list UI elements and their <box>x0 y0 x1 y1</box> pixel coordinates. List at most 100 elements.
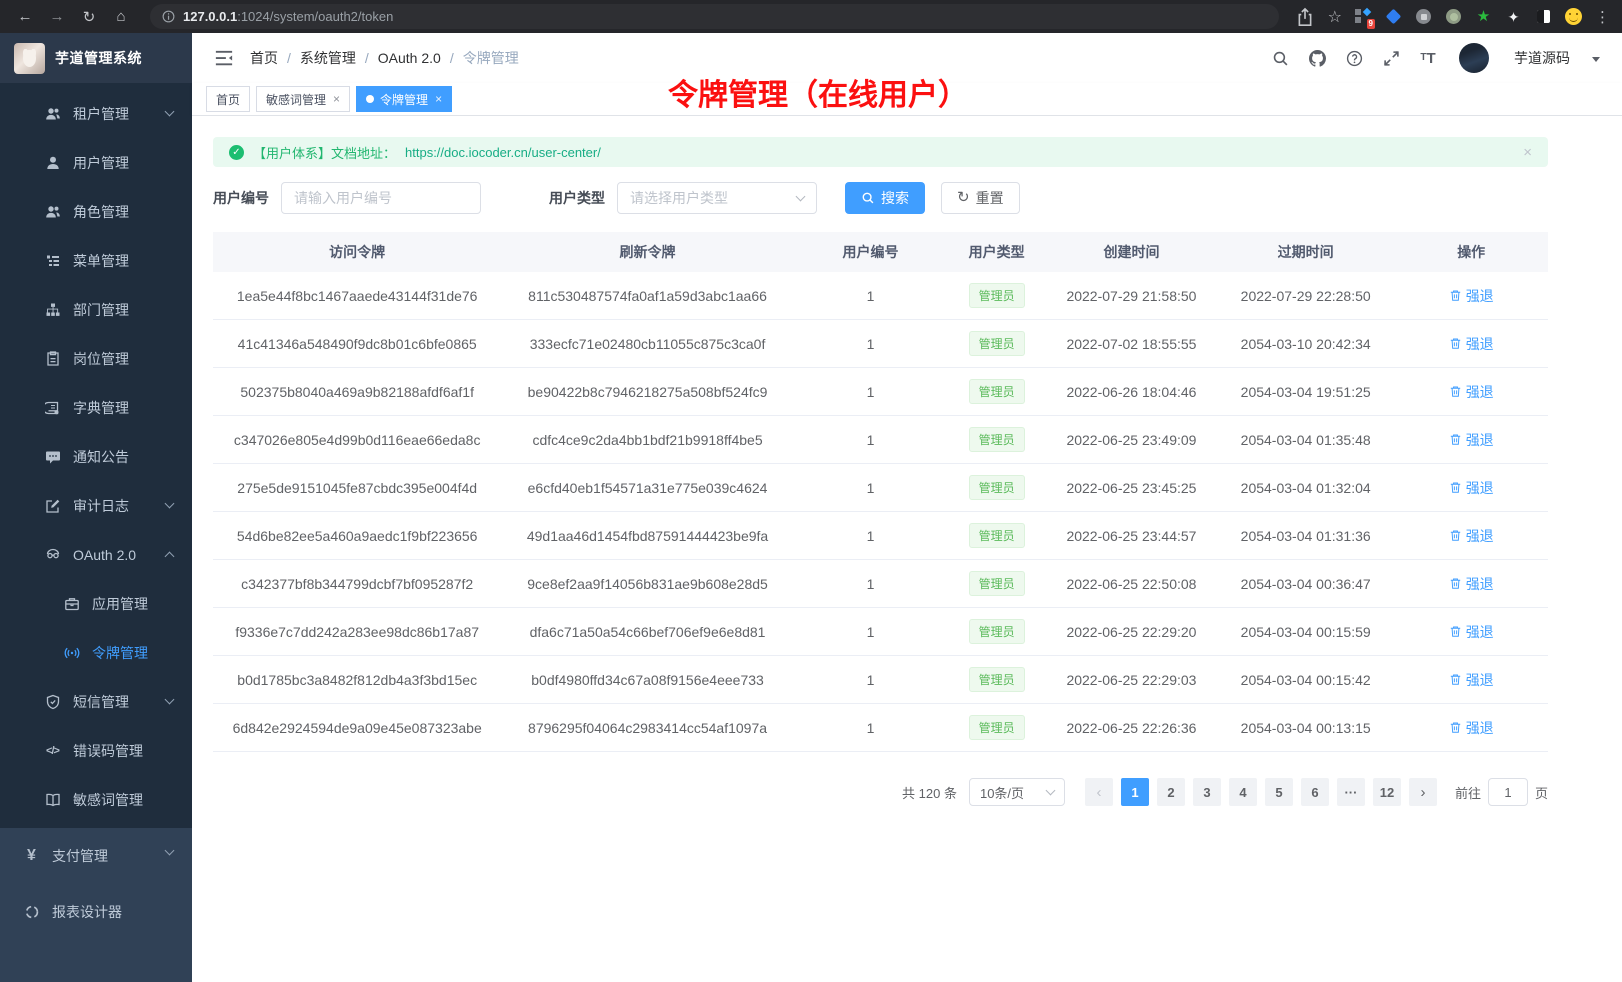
breadcrumb-system[interactable]: 系统管理 <box>300 48 356 68</box>
briefcase-icon <box>63 595 80 612</box>
refresh-icon: ↻ <box>957 190 970 205</box>
browser-menu-icon[interactable]: ⋮ <box>1595 8 1610 26</box>
page-button-6[interactable]: 6 <box>1301 778 1329 806</box>
sidebar-item-sms[interactable]: 短信管理 <box>0 677 192 726</box>
user-type-cell: 管理员 <box>947 379 1046 404</box>
close-icon[interactable]: × <box>333 92 340 106</box>
site-info-icon[interactable] <box>162 10 175 23</box>
created-at-cell: 2022-06-25 22:26:36 <box>1046 720 1217 736</box>
browser-profile-avatar[interactable] <box>1565 8 1582 25</box>
force-logout-button[interactable]: 强退 <box>1449 622 1494 642</box>
page-button-4[interactable]: 4 <box>1229 778 1257 806</box>
expires-at-cell: 2054-03-10 20:42:34 <box>1217 336 1395 352</box>
font-size-icon[interactable]: TT <box>1418 48 1438 68</box>
extension-grid-icon[interactable]: 9 <box>1355 8 1372 25</box>
alert-close-icon[interactable]: × <box>1523 144 1532 161</box>
tab-token[interactable]: 令牌管理 × <box>356 86 452 112</box>
extension-gem-icon[interactable] <box>1385 8 1402 25</box>
browser-forward-icon[interactable]: → <box>44 4 70 30</box>
table-header: 访问令牌 刷新令牌 用户编号 用户类型 创建时间 过期时间 操作 <box>213 232 1548 272</box>
user-avatar[interactable] <box>1459 43 1489 73</box>
sidebar-item-oauth2[interactable]: OAuth 2.0 <box>0 530 192 579</box>
sidebar-item-sensitive-word[interactable]: 敏感词管理 <box>0 775 192 824</box>
reset-button[interactable]: ↻ 重置 <box>941 182 1020 214</box>
more-pages-button[interactable]: ··· <box>1337 778 1365 806</box>
browser-home-icon[interactable]: ⌂ <box>108 4 134 30</box>
fullscreen-icon[interactable] <box>1381 48 1401 68</box>
extension-star-icon[interactable]: ★ <box>1475 8 1492 25</box>
force-logout-button[interactable]: 强退 <box>1449 670 1494 690</box>
extension-dot-icon[interactable] <box>1445 8 1462 25</box>
force-logout-button[interactable]: 强退 <box>1449 574 1494 594</box>
sidebar-item-oauth2-app[interactable]: 应用管理 <box>0 579 192 628</box>
refresh-token-cell: 811c530487574fa0af1a59d3abc1aa66 <box>501 288 793 304</box>
sidebar-item-report-designer[interactable]: 报表设计器 <box>0 884 192 940</box>
sidebar-item-label: 敏感词管理 <box>73 790 143 810</box>
force-logout-button[interactable]: 强退 <box>1449 286 1494 306</box>
user-id-input[interactable] <box>281 182 481 214</box>
force-logout-button[interactable]: 强退 <box>1449 334 1494 354</box>
user-type-badge: 管理员 <box>969 379 1025 404</box>
app-logo-row[interactable]: 芋道管理系统 <box>0 33 192 83</box>
prev-page-button[interactable]: ‹ <box>1085 778 1113 806</box>
tab-sensitive-word[interactable]: 敏感词管理 × <box>256 86 350 112</box>
trash-icon <box>1449 289 1462 302</box>
open-book-icon <box>44 791 61 808</box>
sidebar-item-oauth2-token[interactable]: 令牌管理 <box>0 628 192 677</box>
sidebar-item-label: 菜单管理 <box>73 251 129 271</box>
next-page-button[interactable]: › <box>1409 778 1437 806</box>
page-button-5[interactable]: 5 <box>1265 778 1293 806</box>
browser-back-icon[interactable]: ← <box>12 4 38 30</box>
address-bar[interactable]: 127.0.0.1:1024/system/oauth2/token <box>150 4 1279 29</box>
sidebar-item-post[interactable]: 岗位管理 <box>0 334 192 383</box>
sidebar-item-audit-log[interactable]: 审计日志 <box>0 481 192 530</box>
breadcrumb-oauth2[interactable]: OAuth 2.0 <box>378 50 441 66</box>
browser-toolbar: ← → ↻ ⌂ 127.0.0.1:1024/system/oauth2/tok… <box>0 0 1622 33</box>
search-button[interactable]: 搜索 <box>845 182 925 214</box>
sidebar-item-tenant[interactable]: 租户管理 <box>0 89 192 138</box>
page-button-1[interactable]: 1 <box>1121 778 1149 806</box>
chevron-down-icon <box>165 107 175 117</box>
user-type-badge: 管理员 <box>969 523 1025 548</box>
extension-command-icon[interactable] <box>1415 8 1432 25</box>
force-logout-button[interactable]: 强退 <box>1449 526 1494 546</box>
breadcrumb-home[interactable]: 首页 <box>250 48 278 68</box>
tab-home[interactable]: 首页 <box>206 86 250 112</box>
page-button-3[interactable]: 3 <box>1193 778 1221 806</box>
sidebar-item-role[interactable]: 角色管理 <box>0 187 192 236</box>
user-type-select[interactable]: 请选择用户类型 <box>617 182 817 214</box>
user-name[interactable]: 芋道源码 <box>1514 48 1570 68</box>
help-icon[interactable] <box>1344 48 1364 68</box>
sidebar-fold-icon[interactable] <box>214 48 234 68</box>
bookmark-star-icon[interactable]: ☆ <box>1328 7 1342 27</box>
force-logout-button[interactable]: 强退 <box>1449 382 1494 402</box>
force-logout-button[interactable]: 强退 <box>1449 718 1494 738</box>
github-icon[interactable] <box>1307 48 1327 68</box>
extension-darkreader-icon[interactable] <box>1535 8 1552 25</box>
sidebar-item-notice[interactable]: 通知公告 <box>0 432 192 481</box>
sidebar-item-dept[interactable]: 部门管理 <box>0 285 192 334</box>
close-icon[interactable]: × <box>435 92 442 106</box>
share-icon[interactable] <box>1295 7 1315 27</box>
page-button-2[interactable]: 2 <box>1157 778 1185 806</box>
col-refresh-token: 刷新令牌 <box>501 242 793 262</box>
created-at-cell: 2022-06-25 23:49:09 <box>1046 432 1217 448</box>
extension-puzzle-icon[interactable]: ✦ <box>1505 8 1522 25</box>
search-icon[interactable] <box>1270 48 1290 68</box>
sidebar-item-user[interactable]: 用户管理 <box>0 138 192 187</box>
user-menu-caret-icon[interactable] <box>1592 57 1600 62</box>
sidebar-item-menu[interactable]: 菜单管理 <box>0 236 192 285</box>
browser-reload-icon[interactable]: ↻ <box>76 4 102 30</box>
sidebar-item-label: 错误码管理 <box>73 741 143 761</box>
page-button-12[interactable]: 12 <box>1373 778 1401 806</box>
sidebar-item-label: 字典管理 <box>73 398 129 418</box>
page-size-select[interactable]: 10条/页 <box>969 778 1065 806</box>
sidebar-item-errcode[interactable]: </> 错误码管理 <box>0 726 192 775</box>
doc-link[interactable]: https://doc.iocoder.cn/user-center/ <box>405 145 601 160</box>
col-user-type: 用户类型 <box>947 242 1046 262</box>
goto-page-input[interactable] <box>1488 778 1528 806</box>
sidebar-item-pay[interactable]: ¥ 支付管理 <box>0 828 192 884</box>
force-logout-button[interactable]: 强退 <box>1449 478 1494 498</box>
sidebar-item-dict[interactable]: 字典管理 <box>0 383 192 432</box>
force-logout-button[interactable]: 强退 <box>1449 430 1494 450</box>
